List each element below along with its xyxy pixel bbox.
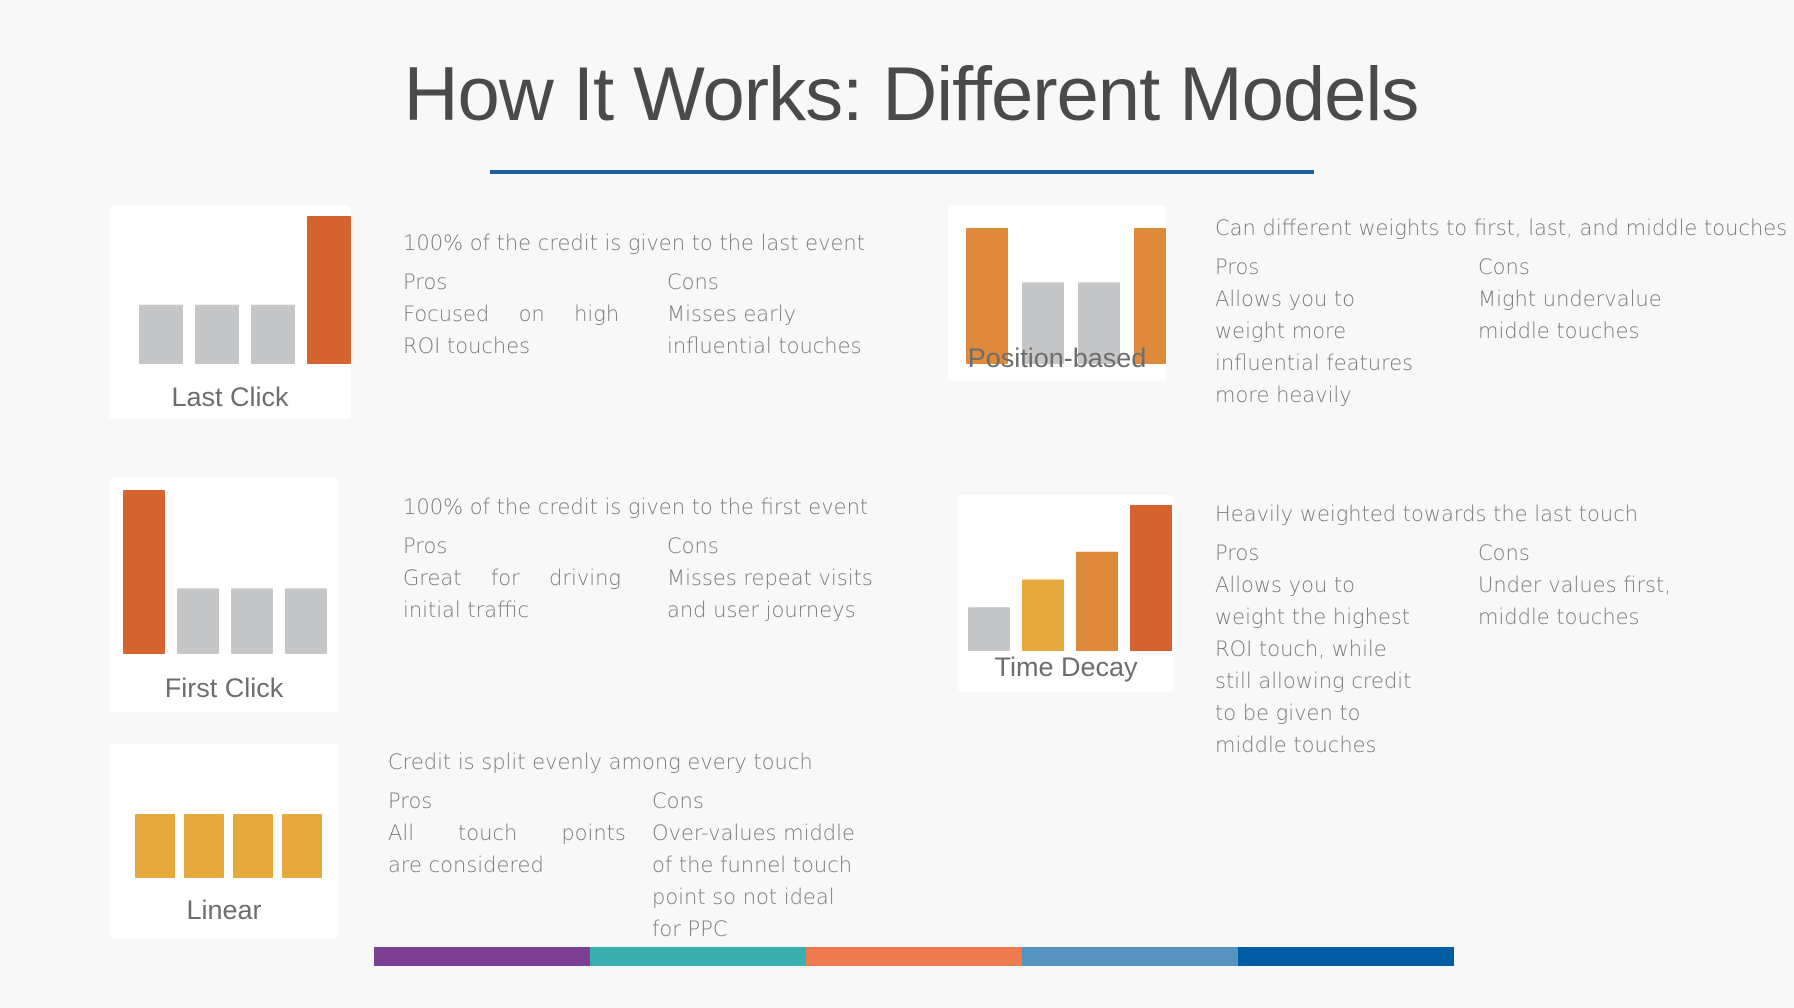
credit-bar — [1130, 505, 1172, 651]
pros-column: Pros Great for driving initial traffic — [403, 530, 621, 626]
cons-column: Cons Over-values middle of the funnel to… — [652, 785, 855, 945]
credit-bar — [307, 216, 351, 364]
credit-bar — [282, 814, 322, 878]
page-title: How It Works: Different Models — [403, 52, 1420, 137]
cons-heading: Cons — [1478, 541, 1530, 565]
cons-line: middle touches — [1478, 319, 1640, 343]
model-card-position-based: Position-based — [948, 206, 1166, 381]
pros-line: Focused on high — [403, 302, 620, 326]
model-summary: 100% of the credit is given to the first… — [403, 495, 869, 519]
cons-column: Cons Might undervalue middle touches — [1478, 251, 1662, 347]
pros-line: middle touches — [1215, 733, 1377, 757]
pros-line: initial traffic — [403, 598, 530, 622]
model-card-first-click: First Click — [109, 478, 339, 712]
pros-column: Pros Allows you to weight more influenti… — [1215, 251, 1413, 411]
credit-bar — [184, 814, 224, 878]
cons-line: for PPC — [652, 917, 728, 941]
cons-column: Cons Misses early influential touches — [667, 266, 861, 362]
pros-line: weight the highest — [1215, 605, 1411, 629]
model-summary: Credit is split evenly among every touch — [388, 750, 813, 774]
pros-line: Great for driving — [403, 566, 622, 590]
pros-line: Allows you to — [1215, 573, 1356, 597]
pros-heading: Pros — [1215, 541, 1260, 565]
pros-column: Pros Allows you to weight the highest RO… — [1215, 537, 1411, 761]
model-description-first-click: 100% of the credit is given to the first… — [403, 491, 873, 622]
pros-line: to be given to — [1215, 701, 1361, 725]
credit-bar — [231, 588, 273, 654]
credit-bar — [177, 588, 219, 654]
color-segment — [590, 947, 806, 966]
pros-line: still allowing credit — [1215, 669, 1412, 693]
model-summary: Can different weights to first, last, an… — [1215, 216, 1788, 240]
credit-bar — [1022, 579, 1064, 651]
cons-heading: Cons — [652, 789, 704, 813]
cons-heading: Cons — [667, 270, 719, 294]
card-label: Linear — [186, 895, 262, 925]
pros-line: influential features — [1215, 351, 1414, 375]
model-card-time-decay: Time Decay — [958, 495, 1174, 692]
credit-bar — [1076, 551, 1118, 651]
credit-bar — [233, 814, 273, 878]
cons-column: Cons Under values first, middle touches — [1478, 537, 1671, 633]
credit-bar — [285, 588, 327, 654]
pros-heading: Pros — [403, 534, 448, 558]
model-description-linear: Credit is split evenly among every touch… — [388, 746, 855, 941]
footer-color-bar — [374, 947, 1454, 966]
pros-column: Pros Focused on high ROI touches — [403, 266, 619, 362]
pros-heading: Pros — [403, 270, 448, 294]
cons-line: Misses repeat visits — [667, 566, 873, 590]
cons-line: of the funnel touch — [652, 853, 853, 877]
credit-bar — [968, 607, 1010, 651]
pros-column: Pros All touch points are considered — [388, 785, 626, 881]
cons-line: Misses early — [667, 302, 797, 326]
pros-line: more heavily — [1215, 383, 1352, 407]
model-summary: Heavily weighted towards the last touch — [1215, 502, 1639, 526]
color-segment — [806, 947, 1022, 966]
cons-line: Under values first, — [1478, 573, 1671, 597]
credit-bar — [123, 490, 165, 654]
model-summary: 100% of the credit is given to the last … — [403, 231, 865, 255]
cons-column: Cons Misses repeat visits and user journ… — [667, 530, 873, 626]
cons-line: influential touches — [667, 334, 862, 358]
card-label: Position-based — [967, 343, 1147, 373]
pros-line: ROI touches — [403, 334, 531, 358]
pros-line: Allows you to — [1215, 287, 1356, 311]
card-label: Last Click — [171, 382, 289, 412]
model-card-last-click: Last Click — [109, 206, 351, 419]
pros-line: All touch points — [388, 821, 626, 845]
cons-line: middle touches — [1478, 605, 1640, 629]
color-segment — [374, 947, 590, 966]
cons-line: and user journeys — [667, 598, 856, 622]
model-description-time-decay: Heavily weighted towards the last touch … — [1215, 498, 1671, 757]
pros-line: ROI touch, while — [1215, 637, 1387, 661]
credit-bar — [135, 814, 175, 878]
card-label: Time Decay — [994, 652, 1138, 682]
cons-heading: Cons — [667, 534, 719, 558]
pros-line: weight more — [1215, 319, 1347, 343]
color-segment — [1238, 947, 1454, 966]
credit-bar — [195, 304, 239, 364]
cons-heading: Cons — [1478, 255, 1530, 279]
credit-bar — [139, 304, 183, 364]
color-segment — [1022, 947, 1238, 966]
credit-bar — [251, 304, 295, 364]
pros-heading: Pros — [1215, 255, 1260, 279]
model-description-last-click: 100% of the credit is given to the last … — [403, 227, 865, 358]
cons-line: point so not ideal — [652, 885, 835, 909]
card-label: First Click — [164, 673, 284, 703]
title-underline — [490, 170, 1314, 174]
cons-line: Over-values middle — [652, 821, 855, 845]
model-description-position-based: Can different weights to first, last, an… — [1215, 212, 1788, 407]
pros-line: are considered — [388, 853, 544, 877]
cons-line: Might undervalue — [1478, 287, 1662, 311]
pros-heading: Pros — [388, 789, 433, 813]
model-card-linear: Linear — [109, 744, 339, 938]
